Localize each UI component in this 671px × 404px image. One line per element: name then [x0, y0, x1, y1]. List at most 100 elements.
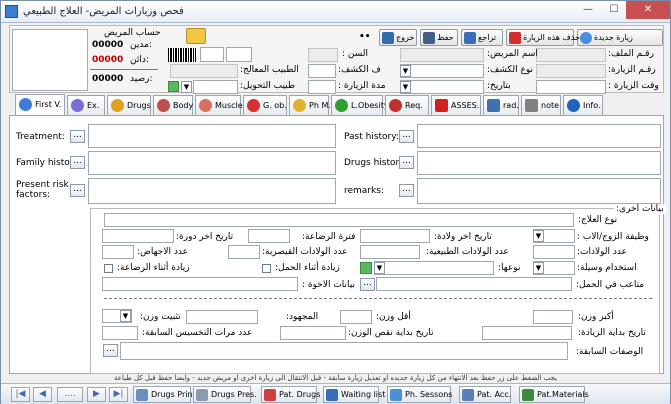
type-dropdown[interactable]: ▼ — [374, 262, 385, 274]
remarks-more-button[interactable]: ... — [399, 184, 414, 197]
last-period-field[interactable] — [102, 229, 174, 243]
births-count-field[interactable] — [533, 245, 575, 259]
last-birth-field[interactable] — [360, 229, 430, 243]
barcode-field-2[interactable] — [226, 47, 252, 62]
patient-photo[interactable] — [12, 29, 88, 91]
delete-visit-button[interactable]: حذف هذه الزيارة — [506, 29, 580, 46]
family-history-more-button[interactable]: ... — [70, 156, 85, 169]
siblings-more-button[interactable]: ... — [360, 278, 375, 291]
weight-gain-pregnancy-checkbox[interactable] — [262, 264, 271, 273]
pat-drugs-button[interactable]: Pat. Drugs — [261, 386, 320, 403]
note-icon — [525, 99, 538, 112]
ph-sessions-button[interactable]: Ph. Sessons — [387, 386, 452, 403]
natural-births-field[interactable] — [360, 245, 420, 259]
check-icon — [335, 99, 348, 112]
present-risk-more-button[interactable]: ... — [70, 184, 85, 197]
exercise-icon — [71, 99, 84, 112]
exam-fee-field[interactable] — [308, 64, 336, 78]
first-record-button[interactable]: |◀ — [11, 387, 30, 402]
tab-drugs[interactable]: Drugs — [107, 95, 151, 115]
minimize-button[interactable]: — — [575, 1, 601, 19]
waiting-list-button[interactable]: Waiting list — [323, 386, 385, 403]
next-record-button[interactable]: ▶ — [87, 387, 106, 402]
treatment-field[interactable] — [88, 124, 336, 148]
family-history-field[interactable] — [88, 151, 336, 175]
barcode-field-1[interactable] — [200, 47, 224, 62]
drugs-history-more-button[interactable]: ... — [399, 156, 414, 169]
husband-job-dropdown[interactable]: ▼ — [533, 230, 544, 242]
abortions-field[interactable] — [102, 245, 134, 259]
tab-phm[interactable]: Ph M. — [289, 95, 331, 115]
arrow-right-icon[interactable] — [168, 81, 179, 92]
patient-name-label: اسم المريض: — [487, 49, 538, 59]
referral-field[interactable] — [193, 80, 238, 94]
type-field[interactable] — [374, 261, 494, 275]
pat-materials-button[interactable]: Pat.Materials — [519, 386, 589, 403]
barcode-icon[interactable] — [168, 48, 196, 62]
weight-gain-breastfeeding-checkbox[interactable] — [104, 264, 113, 273]
contraception-dropdown[interactable]: ▼ — [533, 262, 544, 274]
arrow-right-icon[interactable] — [360, 262, 372, 274]
breastfeeding-field[interactable] — [248, 229, 290, 243]
past-history-more-button[interactable]: ... — [399, 130, 414, 143]
record-indicator[interactable]: .... — [57, 387, 83, 402]
drugs-print-button[interactable]: Drugs Print — [133, 386, 196, 403]
exam-type-dropdown[interactable]: ▼ — [400, 65, 411, 77]
save-button[interactable]: حفظ — [420, 29, 458, 46]
exam-type-field[interactable] — [400, 64, 484, 78]
exit-button[interactable]: خروج — [379, 29, 417, 46]
pat-acc-button[interactable]: Pat. Acc. — [459, 386, 511, 403]
drugs-history-field[interactable] — [417, 151, 661, 175]
date-dropdown[interactable]: ▼ — [400, 81, 411, 93]
past-history-label: Past history: — [344, 132, 399, 142]
tab-gob[interactable]: G. ob. — [243, 95, 287, 115]
tab-rad[interactable]: rad. — [483, 95, 519, 115]
visit-no-field[interactable] — [536, 64, 606, 78]
tab-body[interactable]: Body — [153, 95, 193, 115]
age-field[interactable] — [308, 48, 338, 62]
file-no-field[interactable] — [536, 48, 606, 62]
date-field[interactable] — [400, 80, 484, 94]
treatment-type-label: نوع العلاج: — [578, 215, 618, 225]
tab-first-visit[interactable]: First V. — [15, 94, 65, 116]
treatment-more-button[interactable]: ... — [70, 130, 85, 143]
past-history-field[interactable] — [417, 124, 661, 148]
tab-lobesity[interactable]: L.Obesity — [331, 95, 389, 115]
folder-icon[interactable] — [186, 28, 206, 44]
gain-start-field[interactable] — [482, 326, 572, 340]
visit-duration-field[interactable] — [308, 80, 336, 94]
patient-name-field[interactable] — [400, 48, 484, 62]
age-label: السن : — [342, 49, 369, 59]
tab-ex[interactable]: Ex. — [67, 95, 105, 115]
siblings-data-field[interactable] — [102, 277, 298, 291]
max-weight-field[interactable] — [533, 310, 573, 324]
tab-req[interactable]: Req. — [385, 95, 429, 115]
therapist-field[interactable] — [170, 64, 238, 78]
remarks-field[interactable] — [417, 178, 661, 204]
prev-attempts-field[interactable] — [102, 326, 138, 340]
more-dots[interactable]: •• — [359, 32, 371, 42]
undo-button[interactable]: تراجع — [461, 29, 503, 46]
prev-prescriptions-more-button[interactable]: ... — [103, 344, 118, 357]
weight-stable-dropdown[interactable]: ▼ — [120, 310, 131, 322]
maximize-button[interactable]: ☐ — [601, 1, 627, 19]
present-risk-field[interactable] — [88, 178, 336, 204]
tab-muscle[interactable]: Muscle — [195, 95, 243, 115]
prev-prescriptions-field[interactable] — [120, 342, 568, 360]
prev-record-button[interactable]: ◀ — [33, 387, 52, 402]
close-button[interactable]: ✕ — [626, 1, 670, 19]
referral-dropdown[interactable]: ▼ — [181, 81, 192, 93]
new-visit-button[interactable]: زيارة جديدة — [577, 29, 663, 46]
last-record-button[interactable]: ▶| — [109, 387, 128, 402]
treatment-type-field[interactable] — [104, 213, 574, 227]
drugs-pres-button[interactable]: Drugs Pres. — [193, 386, 257, 403]
pregnancy-problems-field[interactable] — [376, 277, 572, 291]
min-weight-field[interactable] — [340, 310, 372, 324]
tab-info[interactable]: Info. — [563, 95, 603, 115]
tab-note[interactable]: note — [521, 95, 561, 115]
tab-asses[interactable]: ASSES. — [431, 95, 481, 115]
effort-field[interactable] — [186, 310, 258, 324]
visit-time-field[interactable] — [536, 80, 606, 94]
cesarean-births-field[interactable] — [228, 245, 260, 259]
loss-start-field[interactable] — [280, 326, 346, 340]
